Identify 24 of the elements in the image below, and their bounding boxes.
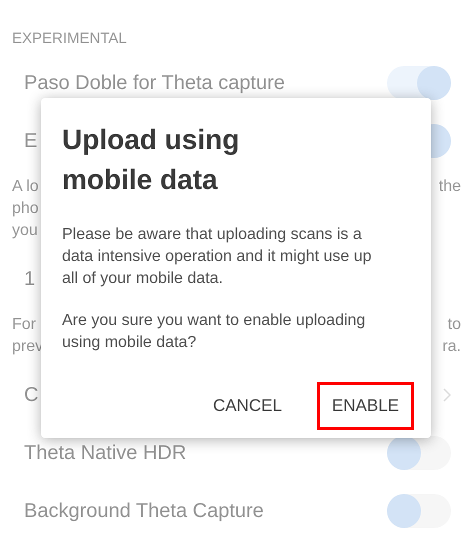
setting-label: Paso Doble for Theta capture (24, 72, 285, 94)
dialog-title: Upload using mobile data (62, 123, 240, 197)
toggle-switch[interactable] (387, 494, 451, 528)
description-text: you (12, 221, 38, 241)
setting-label: C (24, 384, 38, 406)
section-header: EXPERIMENTAL (11, 29, 128, 49)
toggle-switch[interactable] (387, 436, 451, 470)
chevron-icon (443, 388, 451, 402)
description-text: pho (12, 199, 39, 219)
dialog-message: Please be aware that uploading scans is a data intensive operation and it might use up all of your mobile data. (62, 225, 373, 289)
description-text: A lo (12, 177, 39, 197)
setting-label: Theta Native HDR (24, 442, 186, 464)
dialog-message: Are you sure you want to enable uploading using mobile data? (62, 311, 366, 353)
highlighted-button[interactable]: ENABLE (316, 382, 414, 430)
setting-value: 1 (24, 268, 36, 290)
description-text: the (438, 177, 461, 197)
description-text: For (12, 315, 36, 335)
description-text: ra. (442, 337, 461, 357)
description-text: to (448, 315, 461, 335)
setting-label: E (24, 130, 38, 152)
description-text: prev (12, 337, 44, 357)
toggle-switch[interactable] (387, 66, 451, 100)
dialog-button[interactable]: CANCEL (198, 382, 297, 430)
setting-label: Background Theta Capture (24, 500, 264, 522)
